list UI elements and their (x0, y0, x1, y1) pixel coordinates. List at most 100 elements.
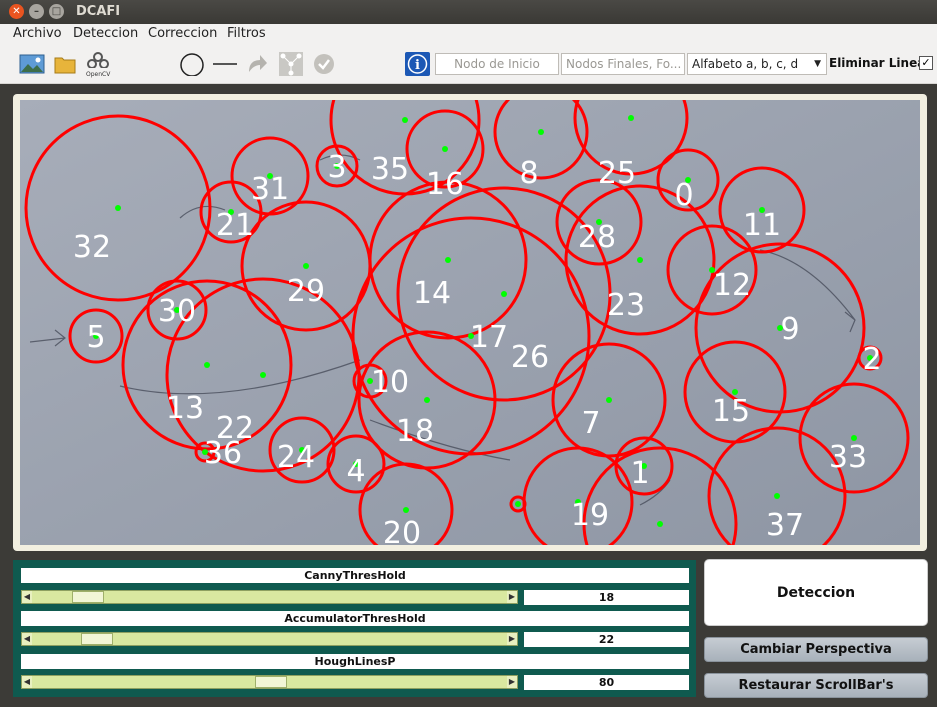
remove-lines-checkbox[interactable]: ✓ (919, 56, 933, 70)
menu-bar: Archivo Deteccion Correccion Filtros (0, 24, 937, 44)
houghlines-value: 80 (524, 675, 689, 690)
detection-overlay: 0123457891011121314151617181920212223242… (20, 100, 920, 545)
circle-label: 4 (346, 454, 365, 489)
circle-label: 0 (674, 178, 693, 213)
menu-correccion[interactable]: Correccion (148, 26, 217, 41)
slider-thumb[interactable] (72, 591, 104, 603)
circle-center (657, 521, 663, 527)
final-nodes-input[interactable]: Nodos Finales, Fo... (561, 53, 685, 75)
menu-filtros[interactable]: Filtros (227, 26, 266, 41)
detection-canvas[interactable]: 0 1 2 3 4 5 7 8 9 10 11 12 13 14 15 16 17 18 19 20 21 22 23 24 2… (20, 100, 920, 545)
graph-tool-icon[interactable] (279, 52, 303, 76)
circle-center (774, 493, 780, 499)
circle-label: 16 (426, 167, 464, 202)
window-title: DCAFI (76, 4, 121, 19)
circle-label: 29 (287, 274, 325, 309)
circle-label: 14 (413, 276, 451, 311)
reset-scrollbars-button[interactable]: Restaurar ScrollBar's (704, 673, 928, 698)
circle-label: 12 (713, 268, 751, 303)
start-node-input[interactable]: Nodo de Inicio (435, 53, 559, 75)
opencv-icon[interactable]: OpenCV (86, 52, 111, 78)
change-perspective-button[interactable]: Cambiar Perspectiva (704, 637, 928, 662)
circle-label: 20 (383, 516, 421, 545)
circle-center (303, 263, 309, 269)
slider-right-arrow-icon[interactable]: ▶ (507, 591, 517, 603)
canny-threshold-slider[interactable]: ◀ ▶ (21, 590, 518, 604)
circle-center (260, 372, 266, 378)
close-icon[interactable]: ✕ (9, 4, 24, 19)
minimize-icon[interactable]: – (29, 4, 44, 19)
circle-center (637, 257, 643, 263)
circle-label: 10 (371, 365, 409, 400)
circle-label: 28 (578, 220, 616, 255)
info-icon[interactable]: i (405, 52, 430, 76)
circle-label: 31 (251, 172, 289, 207)
title-bar: ✕ – □ DCAFI (0, 0, 937, 24)
accumulator-threshold-value: 22 (524, 632, 689, 647)
circle-center (445, 257, 451, 263)
circle-center (115, 205, 121, 211)
slider-right-arrow-icon[interactable]: ▶ (507, 633, 517, 645)
slider-thumb[interactable] (81, 633, 113, 645)
detect-button[interactable]: Deteccion (704, 559, 928, 626)
menu-deteccion[interactable]: Deteccion (73, 26, 138, 41)
circle-label: 21 (216, 208, 254, 243)
slider-left-arrow-icon[interactable]: ◀ (22, 591, 32, 603)
circle-label: 25 (598, 156, 636, 191)
circle-center (424, 397, 430, 403)
circle-label: 32 (73, 230, 111, 265)
circle-label: 33 (829, 440, 867, 475)
circle-center (538, 129, 544, 135)
slider-left-arrow-icon[interactable]: ◀ (22, 676, 32, 688)
circle-label: 13 (166, 391, 204, 426)
circle-label: 7 (581, 406, 600, 441)
slider-left-arrow-icon[interactable]: ◀ (22, 633, 32, 645)
slider-right-arrow-icon[interactable]: ▶ (507, 676, 517, 688)
houghlines-slider[interactable]: ◀ ▶ (21, 675, 518, 689)
circle-label: 3 (327, 150, 346, 185)
accumulator-threshold-label: AccumulatorThresHold (21, 611, 689, 626)
chevron-down-icon: ▼ (814, 59, 821, 69)
circle-label: 24 (277, 440, 315, 475)
folder-icon[interactable] (54, 52, 76, 76)
check-icon[interactable] (313, 52, 335, 76)
circle-label: 1 (630, 456, 649, 491)
alphabet-select[interactable]: Alfabeto a, b, c, d ▼ (687, 53, 827, 75)
circle-center (606, 397, 612, 403)
circle-label: 35 (371, 152, 409, 187)
canny-threshold-label: CannyThresHold (21, 568, 689, 583)
svg-text:i: i (415, 58, 420, 73)
opencv-label: OpenCV (86, 71, 111, 78)
circle-label: 26 (511, 340, 549, 375)
circle-label: 11 (743, 208, 781, 243)
canny-threshold-value: 18 (524, 590, 689, 605)
remove-lines-label: Eliminar Lineas (829, 56, 933, 70)
alphabet-selected: Alfabeto a, b, c, d (692, 57, 799, 71)
slider-thumb[interactable] (255, 676, 287, 688)
line-tool-icon[interactable] (212, 52, 238, 76)
circle-label: 2 (862, 342, 881, 377)
circle-label: 8 (519, 156, 538, 191)
circle-label: 36 (204, 436, 242, 471)
arrow-tool-icon[interactable] (246, 52, 268, 76)
circle-label: 9 (780, 312, 799, 347)
menu-archivo[interactable]: Archivo (13, 26, 62, 41)
circle-label: 30 (158, 294, 196, 329)
circle-label: 19 (571, 498, 609, 533)
circle-label: 37 (766, 508, 804, 543)
circle-label: 18 (396, 414, 434, 449)
accumulator-threshold-slider[interactable]: ◀ ▶ (21, 632, 518, 646)
circle-center (501, 291, 507, 297)
houghlines-label: HoughLinesP (21, 654, 689, 669)
circle-center (403, 507, 409, 513)
circle-label: 23 (607, 288, 645, 323)
image-icon[interactable] (19, 52, 45, 76)
maximize-icon[interactable]: □ (49, 4, 64, 19)
circle-label: 15 (712, 394, 750, 429)
circle-tool-icon[interactable] (179, 52, 205, 76)
circle-center (515, 501, 521, 507)
toolbar: OpenCV i Nodo de Inicio Nodos Finales, F… (0, 44, 937, 84)
circle-center (628, 115, 634, 121)
circle-center (442, 146, 448, 152)
circle-center (402, 117, 408, 123)
